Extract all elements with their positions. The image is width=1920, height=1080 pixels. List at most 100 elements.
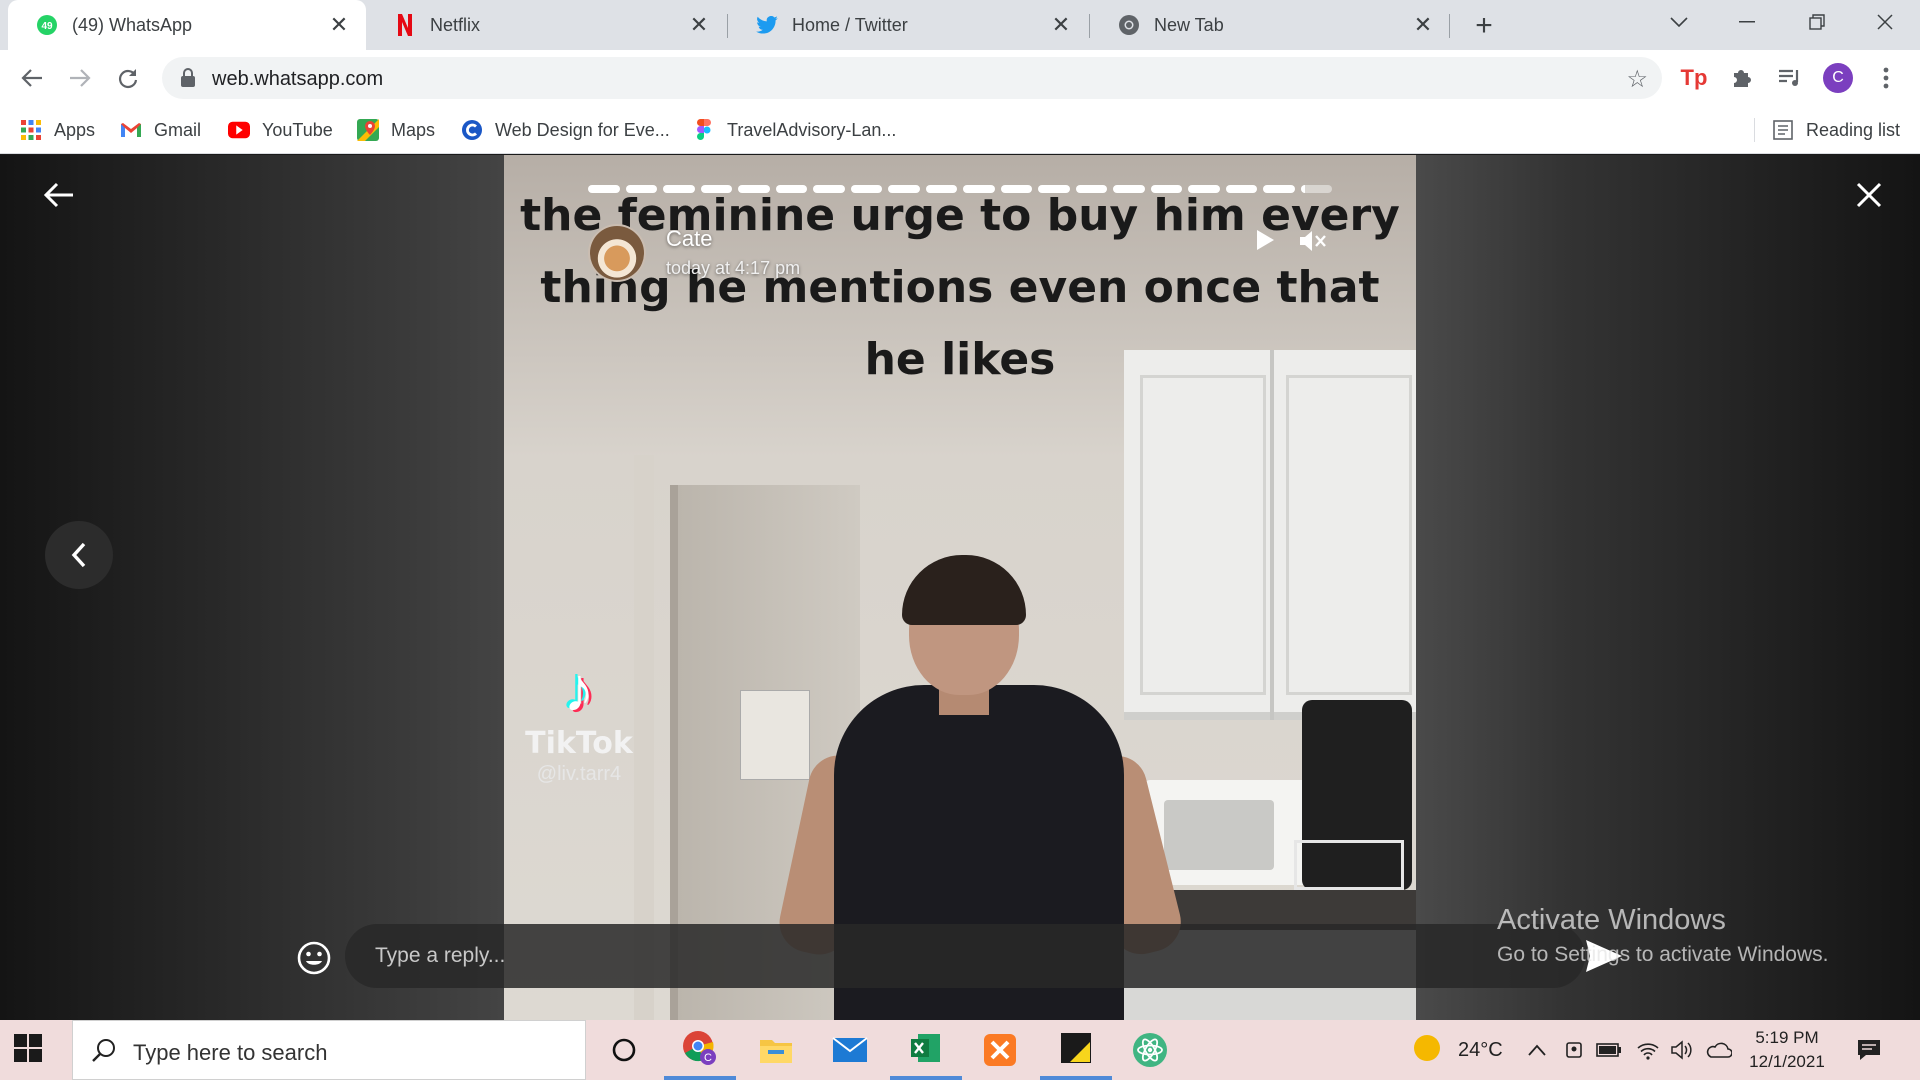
- search-icon: [91, 1037, 119, 1065]
- show-hidden-icons[interactable]: [1528, 1020, 1546, 1080]
- back-arrow-icon[interactable]: [43, 182, 84, 222]
- weather-widget[interactable]: 24°C: [1412, 1020, 1503, 1080]
- progress-segment: [1188, 185, 1220, 193]
- status-viewer: the feminine urge to buy him every thing…: [0, 155, 1920, 1020]
- new-tab-icon[interactable]: +: [1466, 8, 1502, 44]
- scene-cabinet-divider: [1270, 350, 1274, 720]
- forward-icon[interactable]: [62, 60, 98, 96]
- excel-icon[interactable]: [890, 1020, 962, 1080]
- bookmark-star-icon[interactable]: ☆: [1626, 65, 1648, 94]
- taskbar-search-placeholder: Type here to search: [133, 1040, 328, 1065]
- status-caption: the feminine urge to buy him every thing…: [520, 190, 1400, 385]
- wifi-icon[interactable]: [1636, 1020, 1660, 1080]
- battery-icon[interactable]: [1596, 1020, 1622, 1080]
- task-view-icon[interactable]: [588, 1020, 660, 1080]
- bookmark-travel-advisory[interactable]: TravelAdvisory-Lan...: [693, 116, 896, 144]
- close-window-icon[interactable]: [1850, 0, 1920, 44]
- status-media[interactable]: the feminine urge to buy him every thing…: [504, 155, 1416, 1020]
- tp-extension-icon[interactable]: Tp: [1676, 60, 1712, 96]
- progress-segment-fill: [775, 185, 807, 193]
- emoji-icon[interactable]: [296, 940, 332, 976]
- progress-segment: [1300, 185, 1332, 193]
- extensions-puzzle-icon[interactable]: [1724, 60, 1760, 96]
- clock-time: 5:19 PM: [1755, 1028, 1819, 1047]
- restore-icon[interactable]: [1782, 0, 1852, 44]
- tab-new-tab[interactable]: New Tab ✕: [1090, 0, 1450, 50]
- clock-date: 12/1/2021: [1749, 1052, 1825, 1071]
- lock-icon[interactable]: [180, 68, 200, 88]
- tiktok-handle: @liv.tarr4: [536, 763, 622, 785]
- progress-segment-fill: [1000, 185, 1032, 193]
- close-tab-icon[interactable]: ✕: [328, 12, 350, 37]
- chrome-menu-icon[interactable]: [1868, 60, 1904, 96]
- close-status-icon[interactable]: [1856, 182, 1896, 222]
- file-explorer-icon[interactable]: [740, 1020, 812, 1080]
- close-tab-icon[interactable]: ✕: [1412, 12, 1434, 37]
- scene-wall-sign: [740, 690, 810, 780]
- figma-icon: [693, 119, 715, 141]
- media-controls-icon[interactable]: [1772, 60, 1808, 96]
- tab-netflix[interactable]: Netflix ✕: [366, 0, 726, 50]
- mail-icon[interactable]: [814, 1020, 886, 1080]
- chevron-left-icon: [71, 542, 86, 568]
- reply-input[interactable]: [375, 938, 1475, 974]
- bookmark-label: Web Design for Eve...: [495, 119, 670, 140]
- volume-icon[interactable]: [1670, 1020, 1694, 1080]
- contact-name[interactable]: Cate: [666, 226, 712, 252]
- progress-segment-fill: [1150, 185, 1182, 193]
- progress-segment-fill: [850, 185, 882, 193]
- chrome-taskbar-icon[interactable]: C: [664, 1020, 736, 1080]
- reading-list-button[interactable]: Reading list: [1772, 116, 1900, 144]
- progress-segment: [700, 185, 732, 193]
- taskbar-clock[interactable]: 5:19 PM 12/1/2021: [1742, 1026, 1832, 1074]
- atom-icon[interactable]: [1114, 1020, 1186, 1080]
- taskbar-search[interactable]: Type here to search: [72, 1020, 586, 1080]
- tab-title: Home / Twitter: [792, 14, 908, 35]
- progress-segment: [663, 185, 695, 193]
- profile-avatar[interactable]: C: [1820, 60, 1856, 96]
- activate-windows-title: Activate Windows: [1497, 904, 1726, 936]
- progress-segment: [1150, 185, 1182, 193]
- previous-status-button[interactable]: [45, 521, 113, 589]
- tab-separator: [1449, 14, 1450, 38]
- close-tab-icon[interactable]: ✕: [1050, 12, 1072, 37]
- backdrop-right: [1416, 155, 1920, 1020]
- notifications-icon[interactable]: [1856, 1020, 1882, 1080]
- muted-speaker-icon[interactable]: [1298, 228, 1330, 256]
- tiktok-icon: ♪: [563, 656, 595, 725]
- play-icon[interactable]: [1254, 228, 1282, 256]
- progress-segment-fill: [963, 185, 995, 193]
- sticky-notes-icon[interactable]: [1040, 1020, 1112, 1080]
- tab-whatsapp[interactable]: 49 (49) WhatsApp ✕: [8, 0, 366, 50]
- url-text[interactable]: web.whatsapp.com: [212, 68, 383, 91]
- reading-list-icon: [1772, 119, 1794, 141]
- reply-box[interactable]: [345, 924, 1585, 988]
- meet-now-icon[interactable]: [1564, 1020, 1584, 1080]
- progress-segment: [850, 185, 882, 193]
- reload-icon[interactable]: [110, 60, 146, 96]
- tab-twitter[interactable]: Home / Twitter ✕: [728, 0, 1088, 50]
- bookmark-maps[interactable]: Maps: [357, 116, 435, 144]
- bookmark-youtube[interactable]: YouTube: [228, 116, 333, 144]
- gmail-icon: [120, 119, 142, 141]
- bookmark-apps[interactable]: Apps: [20, 116, 95, 144]
- close-tab-icon[interactable]: ✕: [688, 12, 710, 37]
- tab-title: Netflix: [430, 14, 481, 35]
- progress-segment: [925, 185, 957, 193]
- onedrive-icon[interactable]: [1704, 1020, 1732, 1080]
- whatsapp-icon: 49: [36, 14, 58, 36]
- contact-avatar[interactable]: [588, 224, 646, 282]
- svg-text:C: C: [704, 1052, 712, 1064]
- maps-icon: [357, 119, 379, 141]
- minimize-icon[interactable]: [1712, 0, 1782, 44]
- apps-grid-icon: [20, 119, 42, 141]
- address-bar[interactable]: web.whatsapp.com ☆: [162, 57, 1662, 99]
- tab-badge: 49: [41, 21, 53, 32]
- xampp-icon[interactable]: [964, 1020, 1036, 1080]
- bookmark-web-design[interactable]: Web Design for Eve...: [461, 116, 670, 144]
- bookmark-gmail[interactable]: Gmail: [120, 116, 201, 144]
- back-icon[interactable]: [14, 60, 50, 96]
- windows-start-icon[interactable]: [14, 1034, 44, 1064]
- status-timestamp: today at 4:17 pm: [666, 258, 801, 278]
- tab-search-chevron-icon[interactable]: [1644, 0, 1714, 44]
